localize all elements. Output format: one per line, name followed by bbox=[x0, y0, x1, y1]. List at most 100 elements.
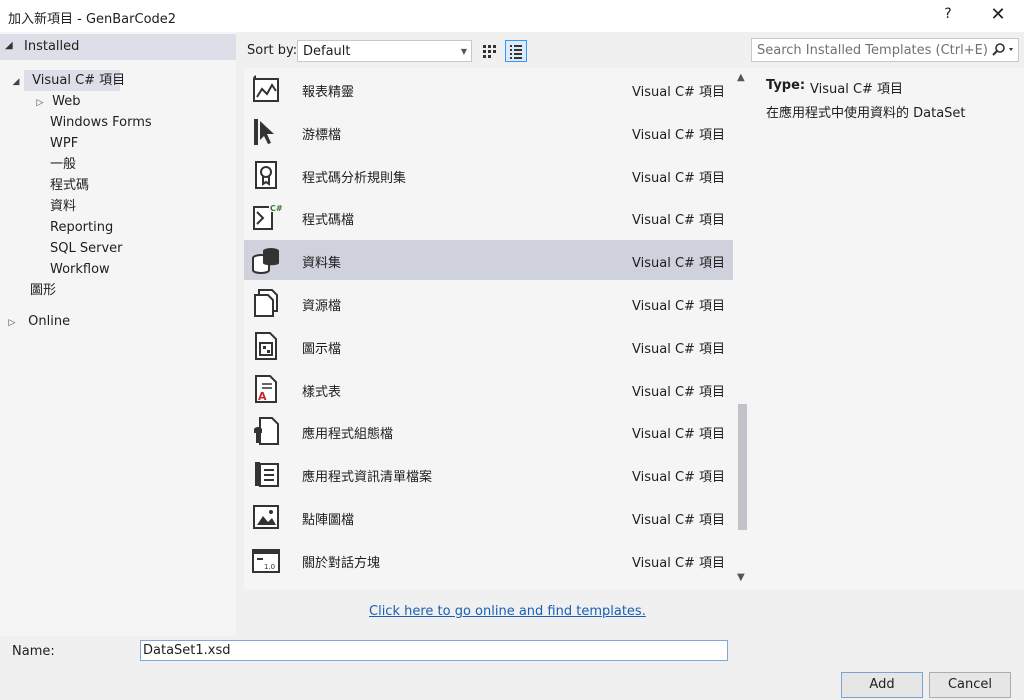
template-category: Visual C# 項目 bbox=[632, 470, 726, 486]
template-name: 游標檔 bbox=[302, 127, 342, 143]
template-name: 程式碼檔 bbox=[302, 213, 355, 229]
template-category: Visual C# 項目 bbox=[632, 170, 726, 186]
template-name: 應用程式組態檔 bbox=[302, 427, 394, 443]
grid-view-icon[interactable] bbox=[478, 40, 500, 62]
template-item[interactable]: 1.0 關於對話方塊 Visual C# 項目 bbox=[244, 540, 733, 580]
tree-item-workflow[interactable]: Workflow bbox=[50, 259, 110, 280]
category-tree: ◢ Installed ◢ Visual C# 項目 ▷ Web Windows… bbox=[0, 32, 236, 636]
name-label: Name: bbox=[12, 644, 55, 659]
tree-item-wpf[interactable]: WPF bbox=[50, 133, 78, 154]
template-item[interactable]: C# 程式碼檔 Visual C# 項目 bbox=[244, 197, 733, 237]
tree-item-windows-forms[interactable]: Windows Forms bbox=[50, 112, 152, 133]
type-value: Visual C# 項目 bbox=[810, 82, 904, 97]
resource-file-icon bbox=[250, 287, 282, 319]
tree-item-visual-csharp[interactable]: ◢ Visual C# 項目 bbox=[10, 70, 126, 93]
chevron-down-icon: ▼ bbox=[460, 47, 467, 56]
template-name: 點陣圖檔 bbox=[302, 513, 355, 528]
online-templates-link[interactable]: Click here to go online and find templat… bbox=[369, 604, 646, 619]
details-panel: Type: Visual C# 項目 在應用程式中使用資料的 DataSet bbox=[752, 68, 1024, 590]
search-icon[interactable] bbox=[990, 42, 1016, 58]
template-item[interactable]: A 樣式表 Visual C# 項目 bbox=[244, 369, 733, 409]
search-input[interactable]: Search Installed Templates (Ctrl+E) bbox=[751, 38, 1019, 62]
tree-item-reporting[interactable]: Reporting bbox=[50, 217, 113, 238]
sort-by-label: Sort by: bbox=[247, 43, 298, 58]
search-placeholder: Search Installed Templates (Ctrl+E) bbox=[757, 43, 988, 58]
template-name: 樣式表 bbox=[302, 384, 342, 400]
template-item[interactable]: 點陣圖檔 Visual C# 項目 bbox=[244, 497, 733, 537]
template-item[interactable]: 報表精靈 Visual C# 項目 bbox=[244, 69, 733, 109]
help-button[interactable]: ? bbox=[938, 6, 958, 22]
template-name: 圖示檔 bbox=[302, 341, 342, 357]
template-item[interactable]: 程式碼分析規則集 Visual C# 項目 bbox=[244, 155, 733, 195]
add-button[interactable]: Add bbox=[841, 672, 923, 698]
template-name: 資源檔 bbox=[302, 299, 342, 314]
tree-item-label: Web bbox=[52, 94, 81, 109]
ruleset-icon bbox=[250, 159, 282, 191]
templates-list: 報表精靈 Visual C# 項目 游標檔 Visual C# 項目 程式碼分析規則集 V… bbox=[244, 68, 752, 590]
tree-item-web[interactable]: ▷ Web bbox=[34, 91, 81, 114]
expand-triangle-icon[interactable]: ▷ bbox=[34, 93, 46, 114]
template-category: Visual C# 項目 bbox=[632, 513, 726, 528]
sort-dropdown-value: Default bbox=[303, 44, 351, 59]
manifest-icon bbox=[250, 458, 282, 490]
type-label: Type: bbox=[766, 78, 806, 93]
dataset-icon bbox=[250, 244, 282, 276]
template-name: 應用程式資訊清單檔案 bbox=[302, 470, 433, 486]
tree-item-online[interactable]: ▷ Online bbox=[6, 311, 71, 334]
sort-dropdown[interactable]: Default ▼ bbox=[297, 40, 472, 62]
svg-text:A: A bbox=[258, 390, 267, 403]
vertical-scrollbar[interactable]: ▲ ▼ bbox=[733, 68, 752, 590]
report-wizard-icon bbox=[250, 73, 282, 105]
cursor-icon bbox=[250, 116, 282, 148]
tree-item-label: Online bbox=[28, 314, 71, 329]
tree-item-sql-server[interactable]: SQL Server bbox=[50, 238, 123, 259]
template-category: Visual C# 項目 bbox=[632, 85, 726, 100]
template-category: Visual C# 項目 bbox=[632, 299, 726, 314]
template-name: 報表精靈 bbox=[302, 85, 355, 100]
template-category: Visual C# 項目 bbox=[632, 256, 726, 272]
template-item[interactable]: 資料集 Visual C# 項目 bbox=[244, 240, 733, 281]
title-bar: 加入新項目 - GenBarCode2 ? ✕ bbox=[0, 0, 1024, 32]
tree-item-installed[interactable]: ◢ Installed bbox=[0, 34, 236, 60]
svg-text:C#: C# bbox=[270, 204, 282, 213]
window-title: 加入新項目 - GenBarCode2 bbox=[8, 12, 177, 27]
scrollbar-thumb[interactable] bbox=[738, 404, 747, 530]
tree-item-label: Installed bbox=[24, 39, 80, 54]
stylesheet-icon: A bbox=[250, 373, 282, 405]
tree-item-code[interactable]: 程式碼 bbox=[50, 175, 89, 196]
template-category: Visual C# 項目 bbox=[632, 341, 726, 357]
tree-item-label: Visual C# 項目 bbox=[32, 73, 126, 88]
scroll-down-icon[interactable]: ▼ bbox=[737, 572, 745, 583]
svg-text:1.0: 1.0 bbox=[264, 563, 275, 571]
cancel-button[interactable]: Cancel bbox=[929, 672, 1011, 698]
template-name: 資料集 bbox=[302, 256, 342, 272]
template-category: Visual C# 項目 bbox=[632, 427, 726, 443]
tree-item-data[interactable]: 資料 bbox=[50, 196, 76, 217]
template-item[interactable]: 圖示檔 Visual C# 項目 bbox=[244, 326, 733, 366]
template-category: Visual C# 項目 bbox=[632, 127, 726, 143]
name-field[interactable] bbox=[140, 640, 728, 661]
template-category: Visual C# 項目 bbox=[632, 213, 726, 229]
template-description: 在應用程式中使用資料的 DataSet bbox=[766, 106, 966, 121]
template-item[interactable]: 游標檔 Visual C# 項目 bbox=[244, 112, 733, 152]
collapse-triangle-icon[interactable]: ◢ bbox=[5, 40, 13, 51]
template-item[interactable]: 應用程式資訊清單檔案 Visual C# 項目 bbox=[244, 454, 733, 494]
template-item[interactable]: 應用程式組態檔 Visual C# 項目 bbox=[244, 411, 733, 451]
template-name: 程式碼分析規則集 bbox=[302, 170, 407, 186]
template-name: 關於對話方塊 bbox=[302, 555, 381, 571]
template-item[interactable]: 資源檔 Visual C# 項目 bbox=[244, 283, 733, 323]
collapse-triangle-icon[interactable]: ◢ bbox=[10, 72, 22, 93]
about-box-icon: 1.0 bbox=[250, 544, 282, 576]
icon-file-icon bbox=[250, 330, 282, 362]
bitmap-icon bbox=[250, 501, 282, 533]
expand-triangle-icon[interactable]: ▷ bbox=[6, 313, 18, 334]
template-category: Visual C# 項目 bbox=[632, 555, 726, 571]
scroll-up-icon[interactable]: ▲ bbox=[737, 72, 745, 83]
template-category: Visual C# 項目 bbox=[632, 384, 726, 400]
tree-item-graphics[interactable]: 圖形 bbox=[30, 280, 56, 301]
config-file-icon bbox=[250, 415, 282, 447]
list-view-icon[interactable] bbox=[505, 40, 527, 62]
tree-item-general[interactable]: 一般 bbox=[50, 154, 76, 175]
close-button[interactable]: ✕ bbox=[986, 3, 1010, 27]
code-file-icon: C# bbox=[250, 201, 283, 233]
